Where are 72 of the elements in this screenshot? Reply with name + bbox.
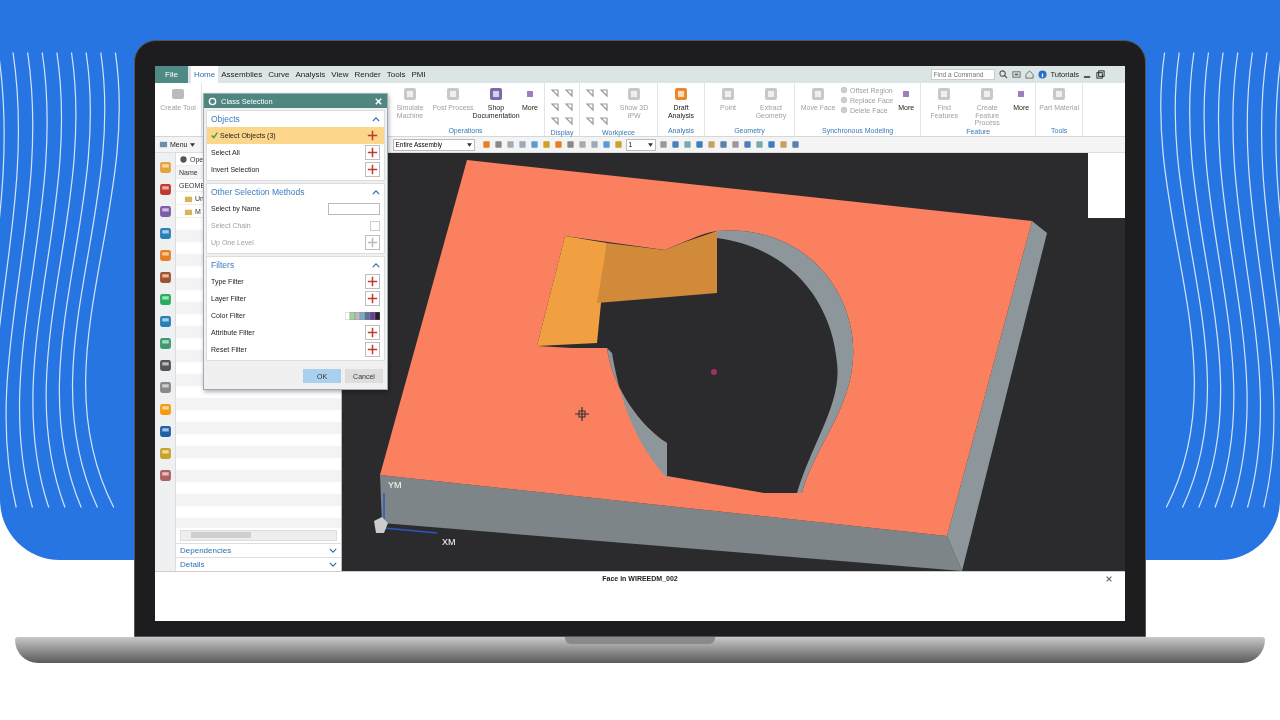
tool-icon[interactable] bbox=[550, 116, 560, 126]
tool-icon[interactable] bbox=[158, 271, 172, 284]
action-icon[interactable] bbox=[365, 145, 380, 160]
tool-icon[interactable] bbox=[158, 359, 172, 372]
axis-label: YM bbox=[388, 480, 402, 490]
tool-icon bbox=[720, 86, 736, 102]
tool-icon bbox=[763, 86, 779, 102]
tool-icon[interactable] bbox=[158, 337, 172, 350]
action-icon[interactable] bbox=[365, 325, 380, 340]
color-palette-icon[interactable] bbox=[345, 311, 380, 320]
tool-icon[interactable] bbox=[564, 102, 574, 112]
close-icon[interactable] bbox=[1105, 575, 1113, 583]
menu-tab[interactable]: Home bbox=[190, 66, 219, 83]
tool-icon[interactable] bbox=[158, 381, 172, 394]
menu-tab[interactable]: Analysis bbox=[292, 66, 329, 83]
tool-icon[interactable] bbox=[599, 102, 609, 112]
tool-icon[interactable] bbox=[585, 116, 595, 126]
tool-icon[interactable] bbox=[158, 183, 172, 196]
tool-icon[interactable] bbox=[158, 469, 172, 482]
menu-tab[interactable]: Curve bbox=[265, 66, 293, 83]
tool-icon bbox=[673, 86, 689, 102]
check-icon bbox=[211, 132, 218, 139]
action-icon[interactable] bbox=[365, 128, 380, 143]
tool-icon bbox=[402, 86, 418, 102]
caret-icon bbox=[466, 142, 472, 147]
menu-tab[interactable]: PMI bbox=[408, 66, 429, 83]
tool-icon bbox=[936, 86, 953, 102]
tool-icon[interactable] bbox=[564, 116, 574, 126]
menu-tab[interactable]: Render bbox=[351, 66, 384, 83]
menu-tab[interactable]: Assemblies bbox=[218, 66, 266, 83]
axis-label: XM bbox=[442, 537, 456, 547]
help-icon[interactable] bbox=[1037, 70, 1047, 79]
horizontal-scrollbar[interactable] bbox=[180, 530, 337, 541]
more-icon bbox=[524, 88, 536, 100]
caret-icon bbox=[647, 142, 653, 147]
tool-icon[interactable] bbox=[599, 116, 609, 126]
action-icon[interactable] bbox=[365, 342, 380, 357]
point-marker bbox=[711, 369, 717, 375]
tool-icon bbox=[445, 86, 461, 102]
tool-icon[interactable] bbox=[599, 88, 609, 98]
tool-icon bbox=[488, 86, 504, 102]
search-icon[interactable] bbox=[998, 70, 1008, 79]
tool-icon[interactable] bbox=[158, 425, 172, 438]
tool-icon bbox=[810, 86, 826, 102]
name-input-field[interactable] bbox=[328, 202, 380, 215]
tool-icon[interactable] bbox=[550, 88, 560, 98]
tool-icon[interactable] bbox=[585, 88, 595, 98]
action-icon[interactable] bbox=[365, 291, 380, 306]
tool-icon[interactable] bbox=[158, 315, 172, 328]
tool-icon[interactable] bbox=[158, 205, 172, 218]
tool-icon bbox=[1051, 86, 1068, 102]
menu-tab[interactable]: File bbox=[155, 66, 188, 83]
home-icon[interactable] bbox=[1024, 70, 1034, 79]
tool-icon bbox=[170, 86, 186, 102]
action-icon[interactable] bbox=[365, 162, 380, 177]
crosshair-icon bbox=[574, 406, 590, 422]
section-header[interactable]: Dependencies bbox=[176, 543, 341, 557]
menu-tab[interactable]: View bbox=[328, 66, 352, 83]
tool-icon bbox=[979, 86, 996, 102]
menu-tab[interactable]: Tools bbox=[383, 66, 409, 83]
axis-triad-icon bbox=[374, 492, 438, 534]
tool-icon[interactable] bbox=[585, 102, 595, 112]
tool-icon[interactable] bbox=[550, 102, 560, 112]
grid-icon[interactable] bbox=[1011, 70, 1021, 79]
action-icon[interactable] bbox=[365, 274, 380, 289]
caret-icon bbox=[189, 142, 195, 147]
tool-icon[interactable] bbox=[564, 88, 574, 98]
tool-icon[interactable] bbox=[158, 227, 172, 240]
tool-icon bbox=[626, 86, 642, 102]
restore-icon[interactable] bbox=[1096, 70, 1105, 79]
menu-icon bbox=[159, 140, 168, 149]
group-header[interactable]: Objects bbox=[207, 111, 384, 127]
